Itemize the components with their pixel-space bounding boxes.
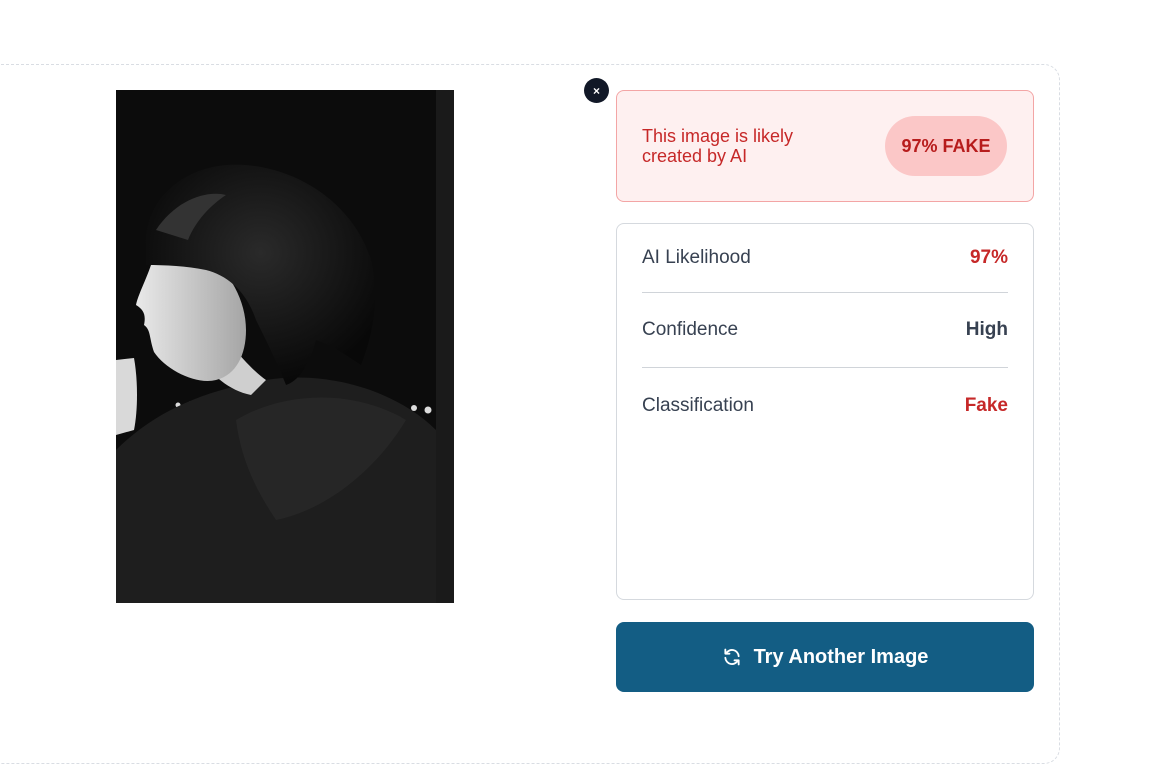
verdict-banner: This image is likely created by AI 97% F… [616, 90, 1034, 202]
metric-label: Classification [642, 394, 754, 416]
close-icon: × [592, 83, 600, 98]
metric-label: AI Likelihood [642, 247, 751, 268]
metrics-panel: AI Likelihood 97% Confidence High Classi… [616, 223, 1034, 600]
try-another-image-button[interactable]: Try Another Image [616, 622, 1034, 692]
metric-row-classification: Classification Fake [642, 368, 1008, 443]
metric-value: 97% [969, 247, 1008, 268]
verdict-summary: This image is likely created by AI [642, 126, 794, 166]
metric-value: High [965, 319, 1008, 340]
metric-value: Fake [964, 394, 1008, 416]
refresh-icon [723, 648, 740, 666]
metric-label: Confidence [642, 319, 739, 340]
try-another-image-label: Try Another Image [753, 645, 929, 668]
uploaded-photo [116, 90, 454, 603]
metric-row-confidence: Confidence High [642, 293, 1008, 368]
close-button[interactable]: × [584, 78, 609, 103]
metric-row-ai-likelihood: AI Likelihood 97% [642, 224, 1008, 293]
verdict-badge: 97% FAKE [885, 116, 1007, 176]
photo-illustration [116, 90, 454, 603]
